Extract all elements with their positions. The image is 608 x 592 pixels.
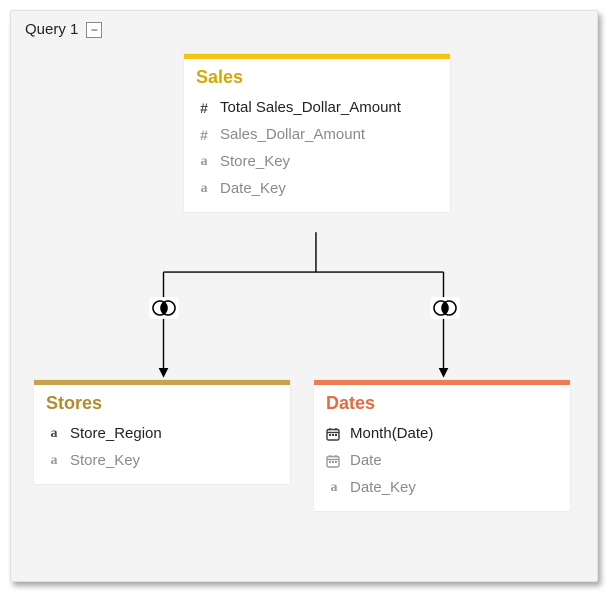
text-type-icon: a [196, 181, 212, 197]
table-title: Sales [184, 59, 450, 94]
query-diagram-canvas: Query 1 − Sales [10, 10, 598, 582]
field-name: Sales_Dollar_Amount [220, 126, 365, 143]
field-row[interactable]: a Date_Key [196, 175, 438, 202]
join-icon[interactable] [430, 297, 460, 319]
table-card-sales[interactable]: Sales # Total Sales_Dollar_Amount # Sales_D… [183, 53, 451, 213]
field-name: Date_Key [350, 479, 416, 496]
field-row[interactable]: a Store_Key [196, 148, 438, 175]
field-list: aStore_RegionaStore_Key [34, 420, 290, 484]
hash-icon: # [196, 100, 212, 116]
collapse-button[interactable]: − [86, 22, 102, 38]
table-title: Dates [314, 385, 570, 420]
field-row[interactable]: a Store_Key [46, 447, 278, 474]
field-name: Store_Key [70, 452, 140, 469]
field-row[interactable]: # Total Sales_Dollar_Amount [196, 94, 438, 121]
text-type-icon: a [326, 480, 342, 496]
field-name: Date_Key [220, 180, 286, 197]
field-name: Total Sales_Dollar_Amount [220, 99, 401, 116]
field-row[interactable]: Date [326, 447, 558, 474]
table-title: Stores [34, 385, 290, 420]
field-name: Store_Key [220, 153, 290, 170]
table-card-dates[interactable]: Dates Month(Date) Datea Date_Key [313, 379, 571, 512]
text-type-icon: a [46, 453, 62, 469]
query-label: Query 1 [25, 21, 78, 38]
field-name: Month(Date) [350, 425, 433, 442]
field-row[interactable]: a Date_Key [326, 474, 558, 501]
table-card-stores[interactable]: Stores aStore_RegionaStore_Key [33, 379, 291, 485]
field-row[interactable]: # Sales_Dollar_Amount [196, 121, 438, 148]
field-list: # Total Sales_Dollar_Amount # Sales_Dollar_… [184, 94, 450, 212]
query-header: Query 1 − [25, 21, 102, 38]
field-name: Date [350, 452, 382, 469]
text-type-icon: a [196, 154, 212, 170]
field-list: Month(Date) Datea Date_Key [314, 420, 570, 511]
field-name: Store_Region [70, 425, 162, 442]
hash-icon: # [196, 127, 212, 143]
text-type-icon: a [46, 426, 62, 442]
field-row[interactable]: Month(Date) [326, 420, 558, 447]
calendar-icon [326, 427, 342, 441]
calendar-icon [326, 454, 342, 468]
field-row[interactable]: a Store_Region [46, 420, 278, 447]
join-icon[interactable] [149, 297, 179, 319]
